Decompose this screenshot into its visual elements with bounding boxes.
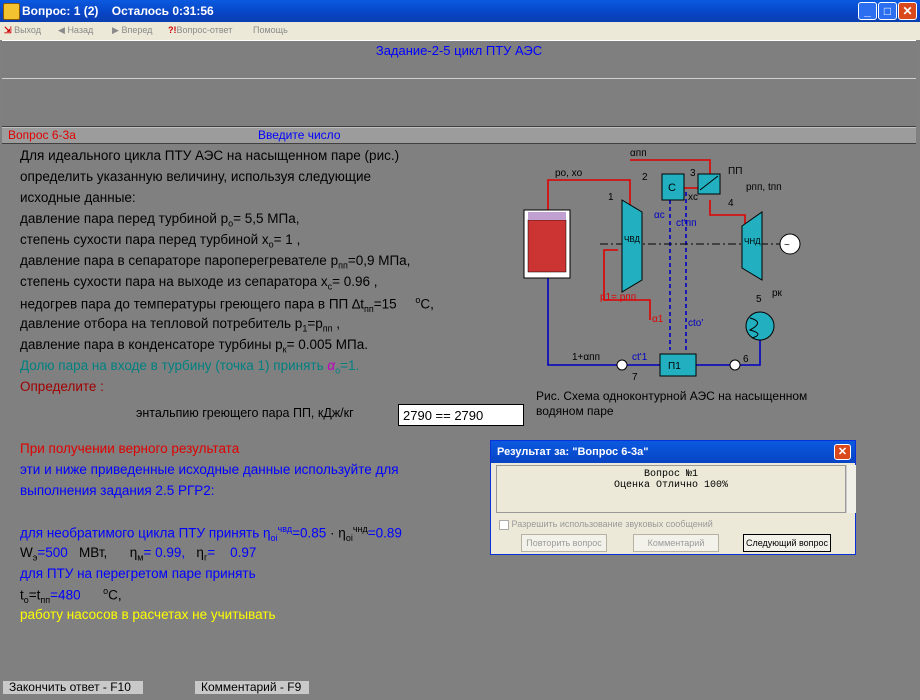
result-note: При получении верного результата: [20, 441, 240, 456]
title-bar: Вопрос: 1 (2) Осталось 0:31:56 _ □ ✕: [0, 0, 920, 22]
diagram-caption: Рис. Схема одноконтурной АЭС на насыщенн…: [536, 389, 808, 403]
npp-scheme-diagram: ~ αпп pо, xо 1 2 3 4 5 6 7 C ПП pпп, tпп…: [523, 148, 801, 383]
label-po-xo: pо, xо: [555, 168, 583, 179]
label-pp: ПП: [728, 166, 742, 177]
question-hint: Введите число: [258, 128, 341, 142]
label-alpha-c: αс: [654, 210, 665, 221]
label-ct-o: cto': [688, 318, 703, 329]
label-xc: xс: [688, 192, 698, 203]
minimize-button[interactable]: _: [858, 2, 877, 20]
label-heater: П1: [668, 361, 681, 372]
exit-icon: ⇲: [4, 25, 12, 35]
label-pt6: 6: [743, 354, 749, 365]
result-dialog: Результат за: "Вопрос 6-3а" ✕ Вопрос №1 …: [490, 440, 856, 555]
dialog-close-button[interactable]: ✕: [834, 444, 851, 460]
result-box: Вопрос №1 Оценка Отлично 100%: [496, 465, 846, 513]
question-icon: ?!: [168, 25, 177, 35]
power-line: Wэ=500 МВт, ηм= 0.99, ηг= 0.97: [20, 545, 257, 563]
close-button[interactable]: ✕: [898, 2, 917, 20]
dialog-scrollbar[interactable]: [846, 465, 856, 513]
pump-note: работу насосов в расчетах не учитывать: [20, 607, 276, 622]
task-title: Задание-2-5 цикл ПТУ АЭС: [375, 43, 543, 58]
label-pt3: 3: [690, 168, 696, 179]
label-one-plus: 1+αпп: [572, 352, 600, 363]
answer-input[interactable]: [398, 404, 524, 426]
label-pt2: 2: [642, 172, 648, 183]
condenser: [745, 311, 775, 341]
menu-exit[interactable]: ⇲ Выход: [4, 25, 41, 36]
superheat-note: для ПТУ на перегретом паре принять: [20, 566, 256, 581]
problem-line: Для идеального цикла ПТУ АЭС на насыщенн…: [20, 148, 400, 163]
menu-exit-label: Выход: [14, 25, 41, 35]
label-p1: p1= pпп: [600, 292, 636, 303]
param-po: давление пара перед турбиной po= 5,5 МПа…: [20, 211, 300, 229]
svg-text:~: ~: [784, 240, 790, 251]
param-p1: давление отбора на тепловой потребитель …: [20, 316, 341, 334]
result-note: выполнения задания 2.5 РГР2:: [20, 483, 215, 498]
pump: [616, 359, 628, 371]
menu-forward[interactable]: ▶ Вперед: [112, 25, 152, 36]
maximize-button[interactable]: □: [878, 2, 897, 20]
label-ct-pp: ct'пп: [676, 218, 697, 229]
label-sep: C: [668, 182, 676, 194]
label-pt1: 1: [608, 192, 614, 203]
label-alpha1: α1: [652, 314, 664, 325]
arrow-left-icon: ◀: [58, 25, 65, 35]
param-alpha-o: Долю пара на входе в турбину (точка 1) п…: [20, 358, 360, 376]
pump: [729, 359, 741, 371]
result-grade: Оценка Отлично 100%: [613, 480, 729, 491]
finish-answer-button[interactable]: Закончить ответ - F10: [2, 680, 144, 695]
menu-back-label: Назад: [67, 25, 94, 35]
label-pt4: 4: [728, 198, 734, 209]
repeat-button[interactable]: Повторить вопрос: [521, 534, 607, 552]
problem-line: исходные данные:: [20, 190, 136, 205]
app-icon: [3, 3, 20, 20]
menu-back[interactable]: ◀ Назад: [58, 25, 93, 36]
menu-qa[interactable]: ?!Вопрос-ответ: [168, 25, 232, 35]
header-band: [2, 78, 916, 127]
temperature-line: to=tпп=480 oC,: [20, 586, 122, 606]
task-header: Задание-2-5 цикл ПТУ АЭС: [2, 40, 916, 77]
label-ppp-tpp: pпп, tпп: [746, 182, 782, 193]
menu-qa-label: Вопрос-ответ: [176, 25, 233, 35]
efficiency-line: для необратимого цикла ПТУ принять ηoiчв…: [20, 524, 402, 544]
label-pk: pк: [772, 288, 783, 299]
window-title: Вопрос: 1 (2) Осталось 0:31:56: [22, 4, 214, 18]
arrow-right-icon: ▶: [112, 25, 119, 35]
result-note: эти и ниже приведенные исходные данные и…: [20, 462, 399, 477]
generator: [779, 233, 801, 255]
label-pt7: 7: [632, 372, 638, 383]
sound-checkbox-label: Разрешить использование звуковых сообщен…: [511, 519, 713, 529]
menu-forward-label: Вперед: [121, 25, 153, 35]
param-pk: давление пара в конденсаторе турбины pк=…: [20, 337, 368, 355]
diagram-caption: водяном паре: [536, 404, 614, 418]
hpt-turbine: [621, 199, 643, 293]
answer-label: энтальпию греющего пара ПП, кДж/кг: [136, 406, 354, 420]
param-xc: степень сухости пара на выходе из сепара…: [20, 274, 378, 292]
dialog-title-bar: Результат за: "Вопрос 6-3а" ✕: [491, 441, 855, 463]
label-alpha-pp: αпп: [630, 148, 647, 159]
determine-heading: Определите :: [20, 379, 104, 394]
label-hpt: ЧВД: [624, 235, 640, 244]
sound-checkbox[interactable]: [499, 519, 509, 530]
param-ppp: давление пара в сепараторе пароперегрева…: [20, 253, 411, 271]
problem-line: определить указанную величину, используя…: [20, 169, 371, 184]
question-label: Вопрос 6-3а: [8, 128, 76, 142]
dialog-title: Результат за: "Вопрос 6-3а": [497, 446, 649, 458]
comment-button[interactable]: Комментарий: [633, 534, 719, 552]
param-xo: степень сухости пара перед турбиной xo= …: [20, 232, 301, 250]
sound-option: Разрешить использование звуковых сообщен…: [499, 519, 713, 530]
param-dtpp: недогрев пара до температуры греющего па…: [20, 295, 434, 315]
menu-bar: ⇲ Выход ◀ Назад ▶ Вперед ?!Вопрос-ответ …: [0, 22, 920, 40]
label-lpt: ЧНД: [744, 237, 761, 246]
menu-help[interactable]: Помощь: [253, 25, 288, 35]
result-line: Вопрос №1: [643, 469, 698, 480]
comment-f9-button[interactable]: Комментарий - F9: [194, 680, 310, 695]
label-pt5: 5: [756, 294, 762, 305]
label-ct1: ct'1: [632, 352, 648, 363]
next-question-button[interactable]: Следующий вопрос: [743, 534, 831, 552]
